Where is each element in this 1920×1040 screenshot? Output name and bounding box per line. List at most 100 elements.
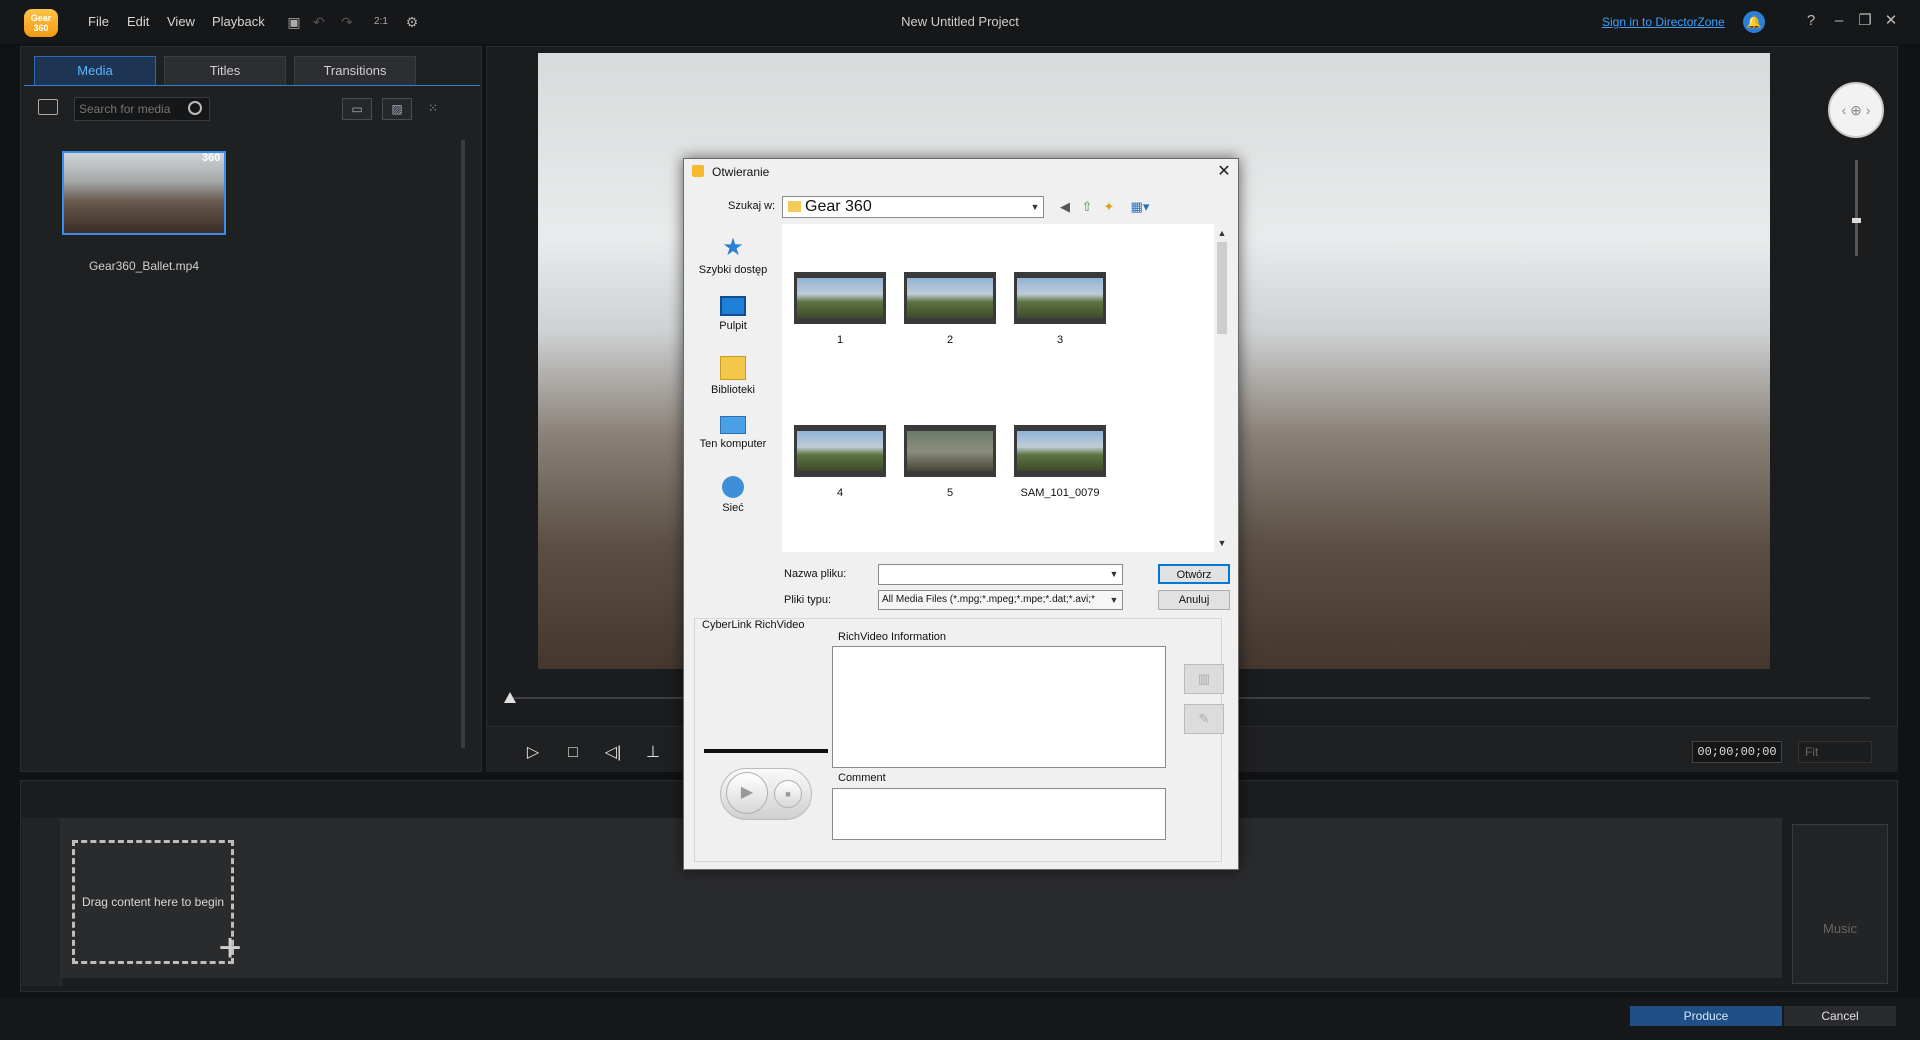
timecode-display: 00;00;00;00 bbox=[1692, 741, 1782, 763]
file-item[interactable]: 2 bbox=[900, 272, 1000, 346]
back-icon[interactable]: ◀ bbox=[1057, 199, 1073, 215]
video-thumbnail bbox=[1014, 425, 1106, 477]
aspect-ratio-dropdown[interactable]: 2:1 bbox=[365, 14, 397, 30]
add-icon[interactable]: + bbox=[212, 928, 248, 968]
app-logo: Gear 360 bbox=[24, 9, 58, 37]
comment-label: Comment bbox=[838, 772, 886, 784]
richvideo-progress-bar[interactable] bbox=[704, 749, 828, 753]
redo-icon[interactable]: ↷ bbox=[339, 14, 355, 30]
star-icon: ★ bbox=[722, 234, 744, 261]
tab-titles[interactable]: Titles bbox=[164, 56, 286, 86]
search-icon[interactable] bbox=[188, 101, 202, 115]
music-track-button[interactable]: Music bbox=[1792, 824, 1888, 984]
dialog-app-icon bbox=[692, 165, 704, 177]
file-item[interactable]: 4 bbox=[790, 425, 890, 499]
import-media-icon[interactable] bbox=[38, 99, 58, 115]
look-in-label: Szukaj w: bbox=[728, 200, 776, 212]
desktop-icon bbox=[720, 296, 746, 316]
chevron-down-icon[interactable]: ▼ bbox=[1028, 200, 1042, 214]
menu-view[interactable]: View bbox=[167, 14, 195, 29]
place-quick-access[interactable]: ★ Szybki dostęp bbox=[686, 234, 780, 277]
grid-view-icon[interactable]: ⁙ bbox=[418, 98, 448, 120]
tab-transitions[interactable]: Transitions bbox=[294, 56, 416, 86]
sign-in-link[interactable]: Sign in to DirectorZone bbox=[1602, 15, 1725, 29]
timeline-scrollbar[interactable] bbox=[62, 978, 1782, 986]
place-label: Pulpit bbox=[719, 320, 747, 332]
previous-frame-icon[interactable]: ◁| bbox=[602, 742, 624, 764]
place-this-pc[interactable]: Ten komputer bbox=[686, 416, 780, 450]
restore-icon[interactable]: ❐ bbox=[1856, 12, 1874, 30]
chevron-down-icon[interactable]: ▼ bbox=[1107, 567, 1121, 581]
file-item[interactable]: SAM_101_0079 bbox=[1010, 425, 1110, 499]
file-name: 5 bbox=[946, 487, 954, 499]
media-filename: Gear360_Ballet.mp4 bbox=[88, 259, 200, 273]
file-item[interactable]: 3 bbox=[1010, 272, 1110, 346]
video-thumbnail bbox=[904, 425, 996, 477]
new-folder-icon[interactable]: ✦ bbox=[1101, 199, 1117, 215]
menu-file[interactable]: File bbox=[88, 14, 109, 29]
look-in-combo[interactable]: Gear 360 bbox=[782, 196, 1044, 218]
360-navigation-icon[interactable]: ‹ ⊕ › bbox=[1828, 82, 1884, 138]
media-scrollbar[interactable] bbox=[461, 140, 465, 748]
video-thumbnail bbox=[794, 425, 886, 477]
close-icon[interactable]: ✕ bbox=[1882, 12, 1900, 30]
snapshot-icon[interactable]: ⊥ bbox=[642, 742, 664, 764]
track-header bbox=[22, 818, 60, 986]
video-thumbnail bbox=[904, 272, 996, 324]
file-name: SAM_101_0079 bbox=[1020, 487, 1100, 499]
chevron-down-icon[interactable]: ▼ bbox=[1107, 593, 1121, 607]
view-mode-image-icon[interactable]: ▨ bbox=[382, 98, 412, 120]
filetype-select[interactable]: All Media Files (*.mpg;*.mpeg;*.mpe;*.da… bbox=[878, 590, 1123, 610]
view-menu-icon[interactable]: ▦▾ bbox=[1127, 199, 1153, 215]
video-thumbnail bbox=[794, 272, 886, 324]
richvideo-edit-icon[interactable]: ✎ bbox=[1184, 704, 1224, 734]
libraries-icon bbox=[720, 356, 746, 380]
360-badge: 360 bbox=[202, 152, 221, 164]
up-folder-icon[interactable]: ⇧ bbox=[1079, 199, 1095, 215]
place-libraries[interactable]: Biblioteki bbox=[686, 356, 780, 396]
file-name: 4 bbox=[836, 487, 844, 499]
place-label: Ten komputer bbox=[699, 438, 767, 450]
open-button[interactable]: Otwórz bbox=[1158, 564, 1230, 584]
folder-icon bbox=[788, 201, 801, 212]
stop-icon[interactable]: □ bbox=[562, 742, 584, 764]
dialog-title: Otwieranie bbox=[712, 165, 770, 179]
scroll-up-icon[interactable]: ▲ bbox=[1215, 226, 1229, 240]
file-item[interactable]: 1 bbox=[790, 272, 890, 346]
undo-icon[interactable]: ↶ bbox=[311, 14, 327, 30]
minimize-icon[interactable]: – bbox=[1830, 12, 1848, 30]
play-icon[interactable]: ▶ bbox=[726, 772, 768, 814]
tab-media[interactable]: Media bbox=[34, 56, 156, 86]
save-icon[interactable]: ▣ bbox=[286, 14, 302, 30]
play-icon[interactable]: ▷ bbox=[522, 742, 544, 764]
richvideo-info-label: RichVideo Information bbox=[838, 631, 947, 643]
notification-bell-icon[interactable]: 🔔 bbox=[1743, 11, 1765, 33]
zoom-slider-handle[interactable] bbox=[1852, 218, 1861, 223]
richvideo-info-box bbox=[832, 646, 1166, 768]
richvideo-chapter-icon[interactable]: ▥ bbox=[1184, 664, 1224, 694]
drop-zone[interactable]: Drag content here to begin bbox=[72, 840, 234, 964]
file-name: 3 bbox=[1056, 334, 1064, 346]
produce-button[interactable]: Produce bbox=[1630, 1006, 1782, 1026]
stop-icon[interactable]: ■ bbox=[774, 780, 802, 808]
place-network[interactable]: Sieć bbox=[686, 476, 780, 514]
filename-input[interactable] bbox=[878, 564, 1123, 585]
help-icon[interactable]: ? bbox=[1802, 12, 1820, 30]
dialog-cancel-button[interactable]: Anuluj bbox=[1158, 590, 1230, 610]
fit-dropdown[interactable]: Fit bbox=[1798, 741, 1872, 763]
menu-playback[interactable]: Playback bbox=[212, 14, 265, 29]
zoom-slider[interactable] bbox=[1855, 160, 1858, 256]
video-thumbnail bbox=[1014, 272, 1106, 324]
dialog-close-icon[interactable]: ✕ bbox=[1214, 162, 1234, 182]
scroll-down-icon[interactable]: ▼ bbox=[1215, 536, 1229, 550]
cancel-button[interactable]: Cancel bbox=[1784, 1006, 1896, 1026]
richvideo-group-title: CyberLink RichVideo bbox=[700, 619, 807, 631]
place-label: Szybki dostęp bbox=[698, 264, 768, 276]
settings-gear-icon[interactable]: ⚙ bbox=[404, 14, 420, 30]
view-mode-film-icon[interactable]: ▭ bbox=[342, 98, 372, 120]
menu-edit[interactable]: Edit bbox=[127, 14, 149, 29]
scrollbar-thumb[interactable] bbox=[1217, 242, 1227, 334]
place-desktop[interactable]: Pulpit bbox=[686, 296, 780, 332]
playhead-marker[interactable] bbox=[504, 692, 516, 703]
file-item[interactable]: 5 bbox=[900, 425, 1000, 499]
